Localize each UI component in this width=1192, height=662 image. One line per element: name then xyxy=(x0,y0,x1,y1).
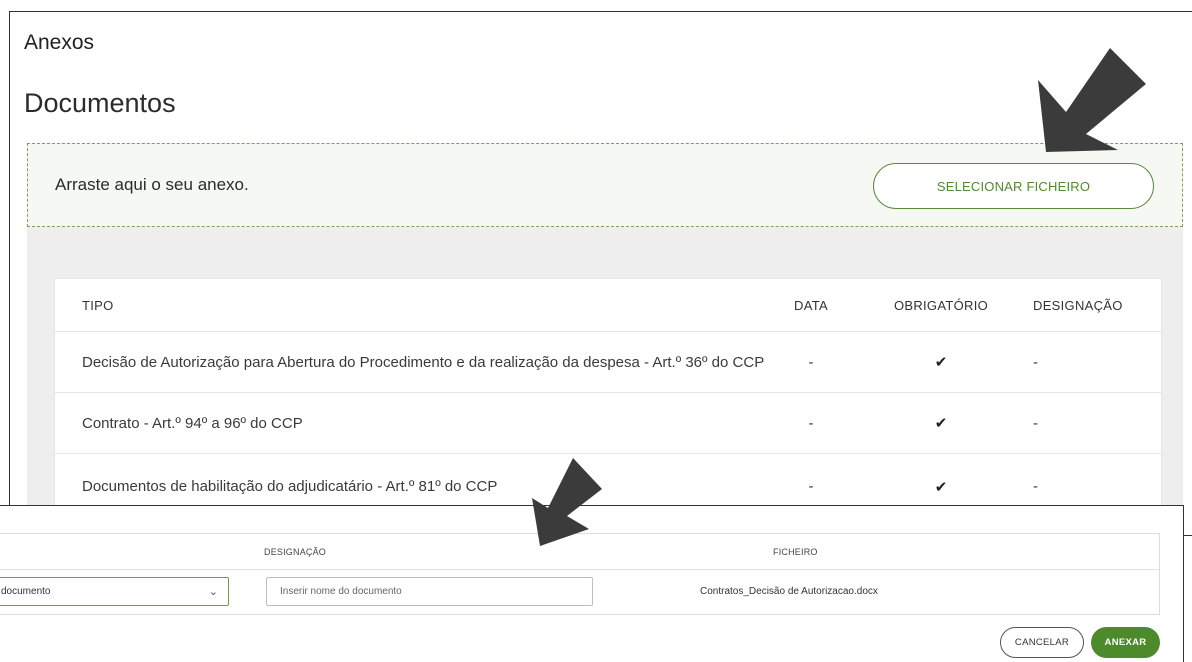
row-data: - xyxy=(808,353,814,371)
file-name: Contratos_Decisão de Autorizacao.docx xyxy=(700,586,878,597)
column-header-ficheiro: FICHEIRO xyxy=(773,547,818,557)
select-file-button[interactable]: SELECIONAR FICHEIRO xyxy=(873,163,1154,209)
page-title: Documentos xyxy=(24,88,176,118)
document-type-select[interactable]: documento ⌄ xyxy=(0,577,229,606)
row-tipo: Contrato - Art.º 94º a 96º do CCP xyxy=(82,414,303,432)
check-icon: ✔ xyxy=(934,354,948,371)
table-row[interactable]: Contrato - Art.º 94º a 96º do CCP - ✔ - xyxy=(55,393,1161,454)
attach-button[interactable]: ANEXAR xyxy=(1091,627,1160,658)
column-header-obrigatorio: OBRIGATÓRIO xyxy=(893,297,989,313)
column-header-tipo: TIPO xyxy=(82,297,114,313)
document-type-value: documento xyxy=(1,586,51,597)
table-row[interactable]: Documentos de habilitação do adjudicatár… xyxy=(55,454,1161,511)
row-data: - xyxy=(808,478,814,495)
documents-table: TIPO DATA OBRIGATÓRIO DESIGNAÇÃO Decisão… xyxy=(54,278,1162,511)
section-title: Anexos xyxy=(24,31,95,54)
table-header: TIPO DATA OBRIGATÓRIO DESIGNAÇÃO xyxy=(55,279,1161,332)
upload-form-table: DESIGNAÇÃO FICHEIRO documento ⌄ Contrato… xyxy=(0,533,1160,615)
file-drop-zone[interactable]: Arraste aqui o seu anexo. SELECIONAR FIC… xyxy=(27,143,1183,227)
check-icon: ✔ xyxy=(934,478,948,496)
cancel-button[interactable]: CANCELAR xyxy=(1000,627,1084,658)
column-header-data: DATA xyxy=(794,297,828,313)
chevron-down-icon[interactable]: ⌄ xyxy=(209,578,218,605)
panel-connector-line xyxy=(1184,535,1192,536)
row-designacao: - xyxy=(1033,414,1038,432)
attachments-panel: Anexos Documentos Arraste aqui o seu ane… xyxy=(9,11,1192,511)
upload-form-header: DESIGNAÇÃO FICHEIRO xyxy=(0,534,1159,570)
column-header-designacao: DESIGNAÇÃO xyxy=(264,547,327,557)
upload-form-panel: DESIGNAÇÃO FICHEIRO documento ⌄ Contrato… xyxy=(0,505,1184,662)
row-designacao: - xyxy=(1033,353,1038,371)
column-header-designacao: DESIGNAÇÃO xyxy=(1033,297,1123,313)
row-tipo: Decisão de Autorização para Abertura do … xyxy=(82,353,765,371)
document-name-input[interactable] xyxy=(266,577,593,606)
drop-zone-label: Arraste aqui o seu anexo. xyxy=(55,175,249,194)
table-row[interactable]: Decisão de Autorização para Abertura do … xyxy=(55,332,1161,393)
row-data: - xyxy=(808,414,814,432)
check-icon: ✔ xyxy=(934,415,948,432)
row-designacao: - xyxy=(1033,478,1038,495)
row-tipo: Documentos de habilitação do adjudicatár… xyxy=(82,478,498,495)
